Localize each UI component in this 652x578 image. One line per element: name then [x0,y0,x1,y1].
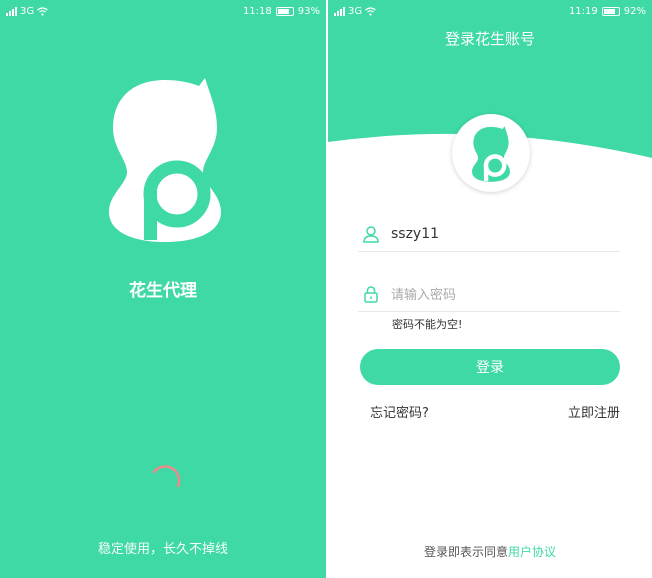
battery-level: 93% [297,5,320,17]
lock-icon [364,285,378,303]
battery-level: 92% [623,5,646,17]
status-time: 11:18 [242,5,272,17]
app-name: 花生代理 [129,281,197,301]
login-screen: 3G 11:19 92% 登录花生账号 sszy11 请输入密码 密码不能为空!… [328,0,652,578]
status-time: 11:19 [568,5,598,17]
username-field[interactable]: sszy11 [358,216,620,252]
logo-avatar [452,114,530,192]
password-placeholder: 请输入密码 [391,288,457,303]
loading-spinner [152,465,181,488]
network-type: 3G [20,5,35,17]
battery-icon [601,6,620,16]
slogan-text: 稳定使用，长久不掉线 [97,542,228,557]
wifi-icon [37,6,48,16]
peanut-logo-icon [109,78,221,242]
wifi-icon [365,6,376,16]
agreement-prefix: 登录即表示同意 [423,545,508,559]
network-type: 3G [348,5,363,17]
splash-screen: 3G 11:18 93% 花生代理 稳定使用，长久不掉线 [0,0,326,578]
status-bar: 3G 11:19 92% [328,0,652,22]
user-agreement-link[interactable]: 用户协议 [508,545,556,559]
forgot-password-link[interactable]: 忘记密码? [370,402,429,421]
peanut-logo-icon [472,126,510,182]
signal-icon [334,6,345,16]
page-title: 登录花生账号 [444,30,535,48]
register-link[interactable]: 立即注册 [568,402,620,421]
password-field[interactable]: 请输入密码 [358,276,620,312]
user-icon [363,225,379,243]
battery-icon [275,6,294,16]
signal-icon [6,6,17,16]
status-bar: 3G 11:18 93% [0,0,326,22]
username-value: sszy11 [391,225,440,242]
login-button[interactable]: 登录 [360,349,620,385]
password-error: 密码不能为空! [392,318,463,331]
agreement-text: 登录即表示同意用户协议 [328,543,652,560]
